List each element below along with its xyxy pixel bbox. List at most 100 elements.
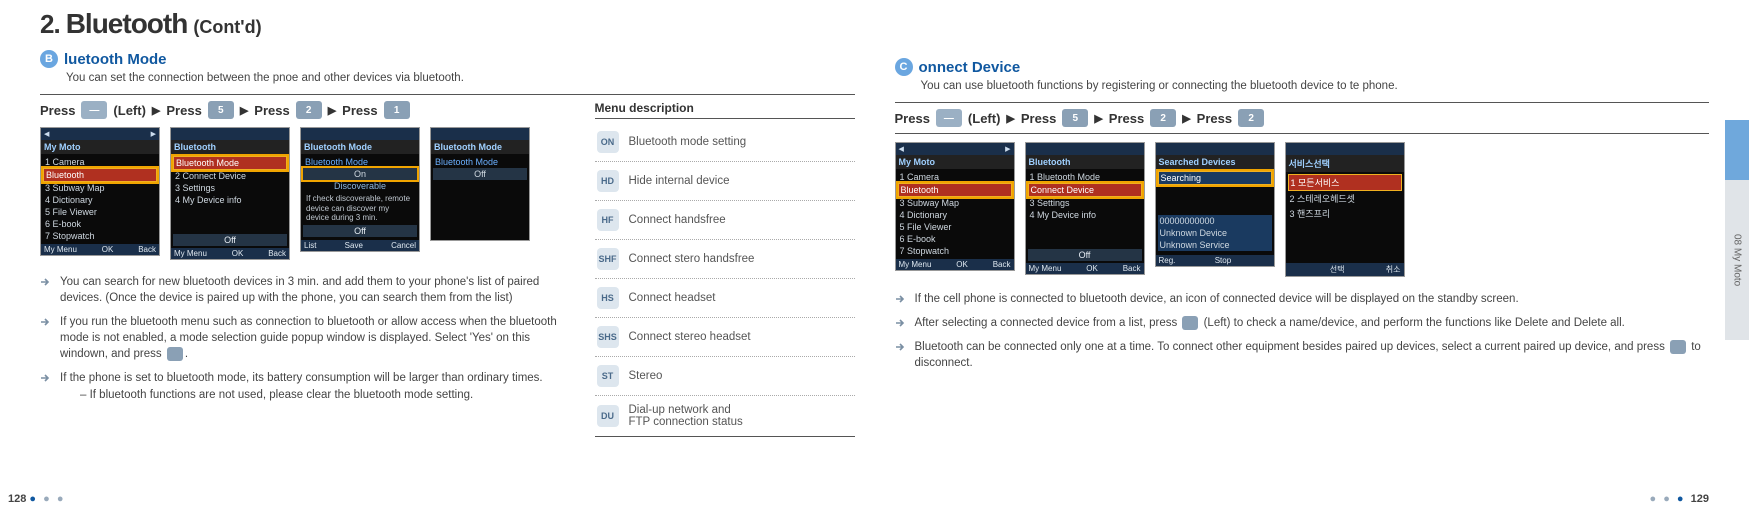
hide-device-icon: HD (597, 170, 619, 192)
phone-title: Bluetooth Mode (431, 140, 529, 154)
phone-softkey: 취소 (1386, 264, 1401, 275)
phone-title: Searched Devices (1156, 155, 1274, 169)
page-heading: 2. Bluetooth (Cont'd) (40, 8, 855, 40)
dialup-icon: DU (597, 405, 619, 427)
phone-row-highlighted: Bluetooth (898, 183, 1012, 197)
phone-off-bar: Off (303, 225, 417, 237)
key-icon: 2 (296, 101, 322, 119)
bullet-list: You can search for new bluetooth devices… (40, 274, 575, 403)
phone-row: Bluetooth Mode (303, 156, 417, 168)
subhead-bluetooth-mode: B luetooth Mode (40, 50, 855, 68)
phone-row: 6 E-book (898, 233, 1012, 245)
bullet-text: Bluetooth can be connected only one at a… (915, 339, 1710, 371)
phone-screenshot: Bluetooth Mode Bluetooth Mode Off (430, 127, 530, 241)
phone-row: Unknown Device (1158, 227, 1272, 239)
phone-off-bar: Off (173, 234, 287, 246)
list-item: If the cell phone is connected to blueto… (895, 291, 1710, 307)
list-item: HDHide internal device (595, 162, 855, 201)
phone-title: Bluetooth (1026, 155, 1144, 169)
arrow-right-icon: ▶ (1006, 112, 1014, 125)
bullet-text: You can search for new bluetooth devices… (60, 274, 575, 306)
list-item: SHFConnect stero handsfree (595, 240, 855, 279)
list-item: You can search for new bluetooth devices… (40, 274, 575, 306)
phone-softkey: Cancel (391, 241, 416, 250)
menu-item-label: Connect handsfree (629, 214, 726, 226)
phone-title: Bluetooth (171, 140, 289, 154)
phone-softkey: 선택 (1330, 264, 1345, 275)
press-word: Press (895, 111, 930, 126)
subhead-connect-device: C onnect Device (895, 58, 1710, 76)
press-word: Press (1021, 111, 1056, 126)
phone-screenshot: 서비스선택 1 모든서비스 2 스테레오헤드셋 3 핸즈프리 선택취소 (1285, 142, 1405, 277)
menu-description-list: ONBluetooth mode setting HDHide internal… (595, 123, 855, 437)
menu-item-label: Dial-up network and FTP connection statu… (629, 404, 743, 428)
divider (895, 102, 1710, 103)
dots-icon: ● ● ● (29, 493, 65, 505)
phone-row: 5 File Viewer (898, 221, 1012, 233)
menu-item-label: Stereo (629, 370, 663, 382)
subtitle-text: luetooth Mode (64, 51, 166, 68)
list-item: HFConnect handsfree (595, 201, 855, 240)
menu-item-label: Connect headset (629, 292, 716, 304)
intro-text: You can set the connection between the p… (66, 72, 855, 84)
phone-screenshot: Searched Devices Searching 00000000000 U… (1155, 142, 1275, 267)
phone-row: 00000000000 (1158, 215, 1272, 227)
phone-row: 6 E-book (43, 218, 157, 230)
phone-row: 3 Settings (173, 182, 287, 194)
list-item: DU Dial-up network and FTP connection sta… (595, 396, 855, 437)
phone-row: 4 Dictionary (43, 194, 157, 206)
press-word: Press (40, 103, 75, 118)
press-word: Press (342, 103, 377, 118)
phone-softkey: OK (956, 260, 968, 269)
phone-row-highlighted: 1 모든서비스 (1288, 174, 1402, 191)
phone-row: Discoverable (303, 180, 417, 192)
arrow-right-icon: ▶ (1182, 112, 1190, 125)
bullet-arrow-icon (40, 316, 52, 328)
key-icon: 1 (384, 101, 410, 119)
phone-row-highlighted: On (303, 168, 417, 180)
phone-softkey: Back (268, 249, 286, 258)
arrow-right-icon: ▶ (240, 104, 248, 117)
bullet-text: If the phone is set to bluetooth mode, i… (60, 370, 543, 402)
page-number-left: 128 ● ● ● (8, 493, 65, 505)
divider (895, 133, 1710, 134)
bullet-text-part: If you run the bluetooth menu such as co… (60, 316, 557, 360)
bullet-text-part: If the phone is set to bluetooth mode, i… (60, 372, 543, 384)
phone-softkey: Back (138, 245, 156, 254)
stereo-handsfree-icon: SHF (597, 248, 619, 270)
soft-key-icon: — (81, 101, 107, 119)
press-word: Press (1197, 111, 1232, 126)
phone-row: 3 Subway Map (43, 182, 157, 194)
phone-row: 4 My Device info (1028, 209, 1142, 221)
phone-softkey: OK (232, 249, 244, 258)
phone-softkey: Reg. (1159, 256, 1176, 265)
soft-key-icon (1182, 316, 1198, 330)
phone-row: 3 Settings (1028, 197, 1142, 209)
heading-contd: (Cont'd) (193, 17, 261, 38)
phone-title: My Moto (896, 155, 1014, 169)
phone-screenshot: ◀▶ My Moto 1 Camera Bluetooth 3 Subway M… (895, 142, 1015, 271)
dots-icon: ● ● ● (1650, 493, 1691, 505)
phone-row: 1 Camera (43, 156, 157, 168)
subtitle-text: onnect Device (919, 59, 1021, 76)
press-left: (Left) (968, 111, 1001, 126)
side-tab-accent (1725, 120, 1749, 180)
page-number: 129 (1691, 493, 1709, 505)
page-number: 128 (8, 493, 26, 505)
list-item: Bluetooth can be connected only one at a… (895, 339, 1710, 371)
ok-key-icon (1670, 340, 1686, 354)
phone-row: 7 Stopwatch (43, 230, 157, 242)
bullet-text: After selecting a connected device from … (915, 315, 1625, 331)
headset-icon: HS (597, 287, 619, 309)
phone-row: 2 스테레오헤드셋 (1288, 191, 1402, 206)
phone-screenshot: Bluetooth Mode Bluetooth Mode On Discove… (300, 127, 420, 252)
heading-title: Bluetooth (66, 8, 188, 40)
phone-softkey: Back (1123, 264, 1141, 273)
bullet-subtext: – If bluetooth functions are not used, p… (80, 389, 473, 401)
menu-description-header: Menu description (595, 101, 855, 119)
phone-row: 4 My Device info (173, 194, 287, 206)
phone-softkey: List (304, 241, 316, 250)
stereo-icon: ST (597, 365, 619, 387)
phone-title: Bluetooth Mode (301, 140, 419, 154)
list-item: HS Connect headset (595, 279, 855, 318)
